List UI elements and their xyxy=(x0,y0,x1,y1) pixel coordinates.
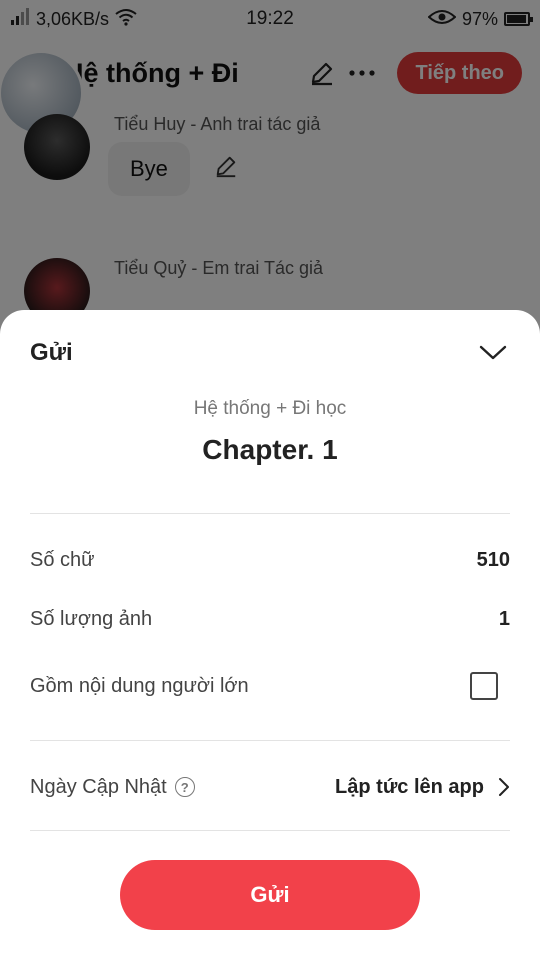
help-icon[interactable]: ? xyxy=(174,777,195,797)
collapse-sheet-button[interactable] xyxy=(476,336,510,370)
adult-content-row: Gồm nội dung người lớn xyxy=(30,668,510,704)
send-button[interactable]: Gửi xyxy=(120,860,420,930)
divider xyxy=(30,830,510,831)
sheet-header: Gửi xyxy=(30,336,510,370)
image-count-row: Số lượng ảnh 1 xyxy=(30,601,510,637)
image-count-label: Số lượng ảnh xyxy=(30,607,153,630)
update-date-label-group: Ngày Cập Nhật ? xyxy=(30,776,195,799)
update-date-label: Ngày Cập Nhật xyxy=(30,775,167,798)
adult-content-checkbox[interactable] xyxy=(470,672,498,700)
word-count-row: Số chữ 510 xyxy=(30,542,510,578)
divider xyxy=(30,740,510,741)
publish-sheet: Gửi Hệ thống + Đi học Chapter. 1 Số chữ … xyxy=(0,310,540,960)
story-name: Hệ thống + Đi học xyxy=(193,398,347,419)
chevron-right-icon xyxy=(499,778,509,796)
word-count-label: Số chữ xyxy=(30,548,95,571)
chapter-name: Chapter. 1 xyxy=(202,434,338,465)
update-date-value: Lập tức lên app xyxy=(335,775,484,798)
image-count-value: 1 xyxy=(498,607,510,630)
update-date-row[interactable]: Ngày Cập Nhật ? Lập tức lên app xyxy=(30,769,510,805)
word-count-value: 510 xyxy=(476,548,510,571)
adult-content-label: Gồm nội dung người lớn xyxy=(30,674,249,697)
divider xyxy=(30,513,510,514)
update-date-selector[interactable]: Lập tức lên app xyxy=(335,776,510,799)
chevron-down-icon xyxy=(479,345,507,360)
sheet-title: Gửi xyxy=(30,339,73,366)
